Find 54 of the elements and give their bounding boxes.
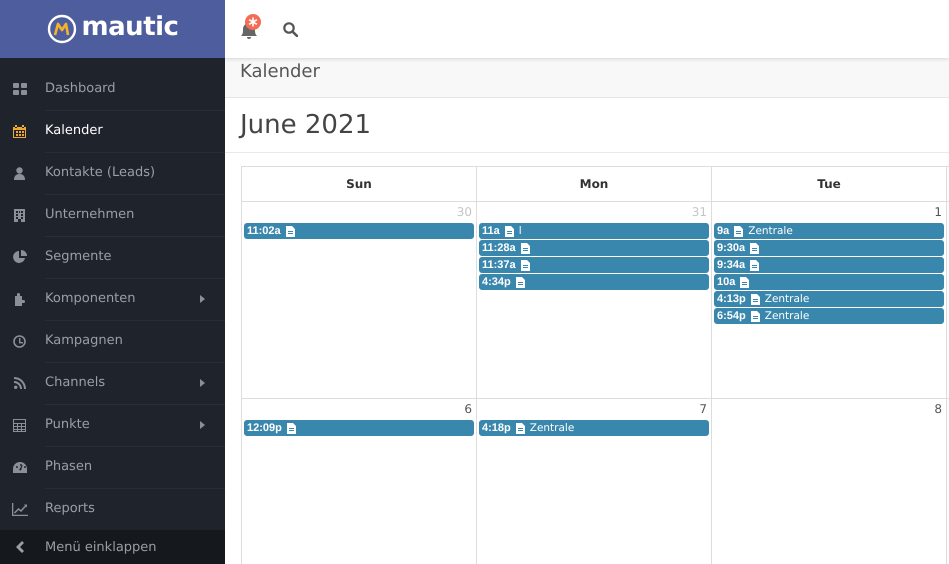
line-chart-icon — [12, 502, 28, 516]
calendar-event[interactable]: 11:02a — [244, 223, 474, 239]
clock-icon — [13, 334, 26, 348]
calendar-event[interactable]: 12:09p — [244, 420, 474, 436]
calendar-event[interactable]: 9a Zentrale — [714, 223, 944, 239]
calendar-icon — [13, 124, 26, 138]
column-header: Mon — [477, 167, 712, 202]
day-number: 1 — [934, 204, 943, 221]
calendar-event[interactable]: 4:13p Zentrale — [714, 291, 944, 307]
calendar-event[interactable]: 11a l — [479, 223, 709, 239]
document-icon — [520, 242, 530, 254]
chevron-left-icon — [16, 541, 24, 553]
gauge-icon — [12, 462, 26, 472]
document-icon — [516, 422, 525, 434]
document-icon — [740, 276, 750, 288]
day-number: 8 — [934, 401, 943, 418]
calendar-event[interactable]: 6:54p Zentrale — [714, 308, 944, 324]
document-icon — [750, 294, 760, 304]
calendar-event[interactable]: 11:37a — [479, 257, 709, 273]
breadcrumb: Kalender — [240, 61, 320, 82]
document-icon — [750, 242, 760, 254]
app-logo[interactable]: mautic — [0, 0, 225, 58]
document-icon — [504, 226, 514, 236]
collapse-menu-button[interactable]: Menü einklappen — [0, 530, 225, 564]
page-title: June 2021 — [240, 110, 372, 140]
dashboard-icon — [12, 83, 26, 95]
building-icon — [14, 208, 25, 222]
day-number: 31 — [692, 204, 708, 221]
column-header: Sun — [242, 167, 477, 202]
document-icon — [750, 310, 760, 322]
logo-icon — [46, 14, 77, 44]
column-header: Tue — [712, 167, 947, 202]
calendar-event[interactable]: 9:34a — [714, 257, 944, 273]
rss-icon — [14, 377, 26, 389]
calendar-event[interactable]: 9:30a — [714, 240, 944, 256]
calendar-event[interactable]: 4:34p — [479, 274, 709, 290]
document-icon — [750, 260, 760, 270]
document-icon — [520, 260, 530, 270]
document-icon — [516, 276, 525, 288]
document-icon — [286, 226, 295, 236]
puzzle-icon — [12, 292, 26, 306]
user-icon — [14, 166, 25, 180]
day-number: 6 — [464, 401, 473, 418]
day-number: 7 — [699, 401, 708, 418]
day-number: 30 — [456, 204, 473, 221]
search-icon[interactable] — [283, 22, 298, 36]
calculator-icon — [13, 418, 26, 432]
calendar-event[interactable]: 10a — [714, 274, 944, 290]
calendar-event[interactable]: 11:28a — [479, 240, 709, 256]
calendar-event[interactable]: 4:18p Zentrale — [479, 420, 709, 436]
document-icon — [286, 422, 296, 434]
document-icon — [734, 226, 744, 236]
logo-text: mautic — [82, 12, 178, 42]
pie-chart-icon — [12, 250, 26, 264]
